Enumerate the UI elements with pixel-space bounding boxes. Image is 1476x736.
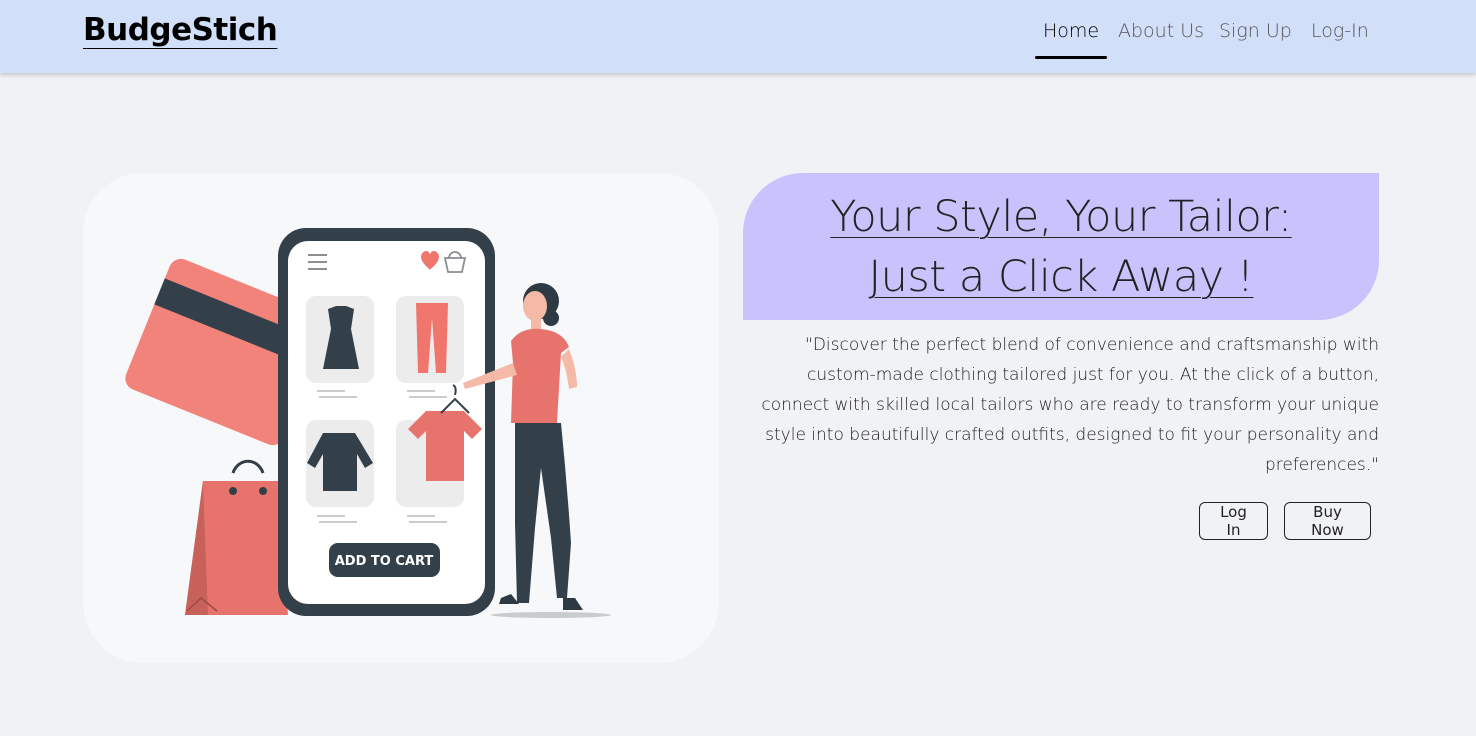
nav-sign-up[interactable]: Sign Up (1219, 20, 1292, 42)
nav-about-us[interactable]: About Us (1118, 20, 1204, 42)
headline-box: Your Style, Your Tailor: Just a Click Aw… (743, 173, 1379, 320)
nav-home[interactable]: Home (1034, 20, 1108, 59)
shopping-bag-icon (185, 459, 288, 615)
buy-now-button[interactable]: Buy Now (1284, 502, 1371, 540)
phone-mockup: ADD TO CART (278, 228, 495, 616)
login-button[interactable]: Log In (1199, 502, 1268, 540)
headline-line-2: Just a Click Away ! (868, 252, 1254, 302)
hero-illustration-card: ADD TO CART (83, 173, 719, 663)
nav-log-in[interactable]: Log-In (1311, 20, 1369, 42)
brand-logo[interactable]: BudgeStich (83, 12, 278, 48)
headline-line-1: Your Style, Your Tailor: (830, 192, 1292, 242)
shopping-illustration: ADD TO CART (125, 228, 611, 618)
add-to-cart-label: ADD TO CART (335, 554, 434, 569)
hero-description: "Discover the perfect blend of convenien… (761, 335, 1379, 475)
hero-headline: Your Style, Your Tailor: Just a Click Aw… (743, 187, 1379, 307)
navbar: BudgeStich Home About Us Sign Up Log-In (0, 0, 1476, 73)
